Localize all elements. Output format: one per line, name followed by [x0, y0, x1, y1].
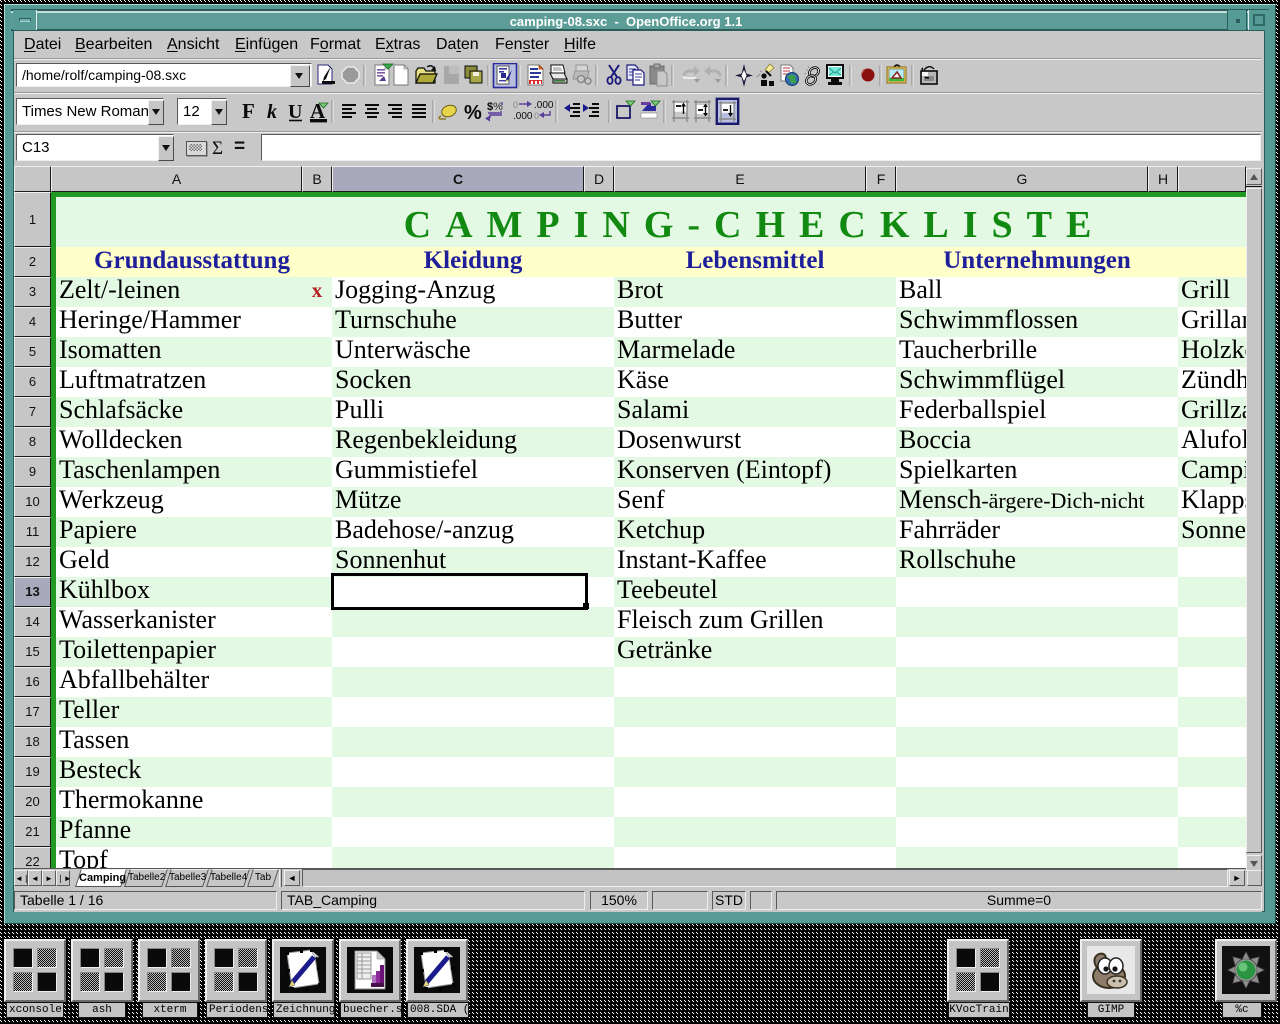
svg-text:F: F — [242, 99, 255, 123]
svg-text:U: U — [288, 101, 302, 123]
svg-text:k: k — [267, 101, 277, 123]
svg-text:%: % — [464, 102, 482, 124]
svg-text:.000: .000 — [534, 100, 554, 111]
svg-text:0: 0 — [513, 100, 518, 110]
svg-text:0: 0 — [534, 111, 539, 121]
svg-text:.000: .000 — [513, 111, 533, 122]
